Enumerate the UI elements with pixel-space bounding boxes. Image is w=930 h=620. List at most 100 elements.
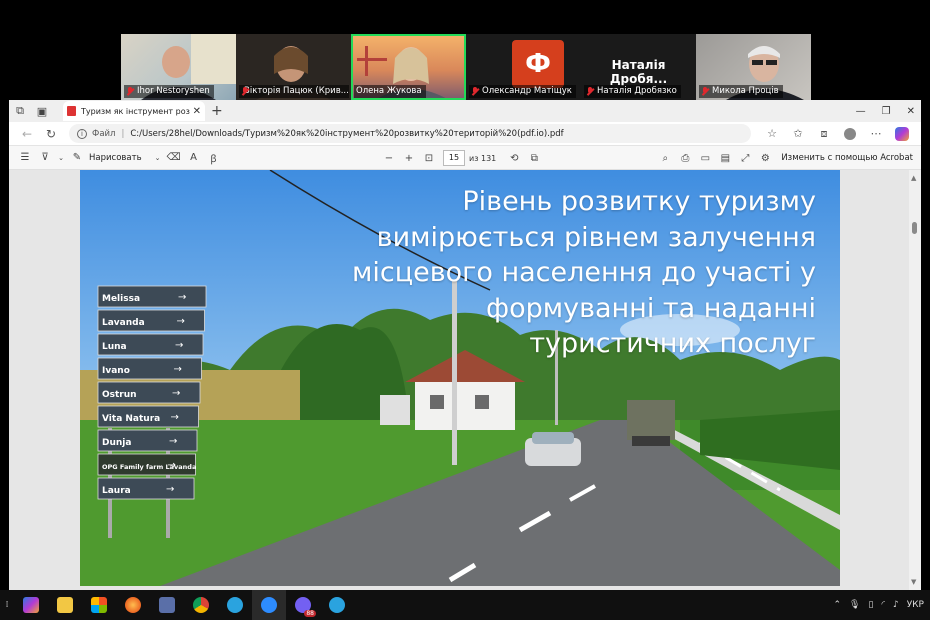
- highlight-icon[interactable]: ⊽: [35, 152, 55, 163]
- sign-entry: Laura: [102, 486, 131, 496]
- profile-avatar-icon[interactable]: [844, 127, 856, 140]
- participant-name: Олена Жукова: [354, 85, 426, 98]
- search-icon[interactable]: ⌕: [655, 153, 675, 164]
- tab-title: Туризм як інструмент розвитку: [81, 106, 190, 116]
- volume-icon[interactable]: ♪: [893, 600, 899, 610]
- pdf-viewer[interactable]: Melissa → Lavanda → Luna → Ivano → Ostrun → Vita N…: [9, 170, 921, 590]
- zoom-out-icon[interactable]: −: [379, 153, 399, 164]
- pdf-file-icon: [67, 106, 76, 116]
- mic-muted-icon: [471, 87, 479, 96]
- copilot-icon[interactable]: [895, 126, 909, 141]
- read-aloud-icon[interactable]: A: [184, 152, 204, 163]
- zoom-in-icon[interactable]: +: [399, 153, 419, 164]
- save-app-icon[interactable]: [150, 590, 184, 620]
- arrow-right-icon: →: [171, 412, 179, 423]
- zoom-and-page-controls: − + ⊡ 15 из 131 ⟲ ⧉: [379, 146, 544, 170]
- vertical-scrollbar[interactable]: ▲ ▼: [909, 170, 921, 590]
- print-icon[interactable]: ⎙: [675, 153, 695, 164]
- copilot-app-icon[interactable]: [14, 590, 48, 620]
- viber-icon[interactable]: 88: [286, 590, 320, 620]
- chrome-icon[interactable]: [184, 590, 218, 620]
- maximize-icon[interactable]: ❐: [882, 106, 891, 117]
- arrow-right-icon: →: [174, 364, 182, 375]
- participant-tile-active-speaker[interactable]: Олена Жукова: [351, 34, 466, 100]
- draw-button[interactable]: Нарисовать: [89, 153, 142, 163]
- arrow-right-icon: →: [175, 340, 183, 351]
- back-arrow-icon[interactable]: ←: [15, 127, 39, 141]
- favorites-list-icon[interactable]: ✩: [785, 127, 811, 140]
- participant-tile[interactable]: Ф Олександр Матіщук: [466, 34, 581, 100]
- draw-pen-icon[interactable]: ✎: [67, 152, 87, 163]
- participant-name: Микола Проців: [699, 85, 783, 98]
- participant-tile[interactable]: Вікторія Пацюк (Крив...: [236, 34, 351, 100]
- sign-entry: OPG Family farm Lavanda: [102, 463, 196, 471]
- close-window-icon[interactable]: ✕: [907, 106, 915, 117]
- page-total: из 131: [469, 153, 497, 163]
- battery-icon[interactable]: ▯: [868, 600, 873, 610]
- pdf-right-tools: ⌕ ⎙ ▭ ▤ ⤢ ⚙ Изменить с помощью Acrobat: [655, 146, 913, 170]
- sign-entry: Vita Natura: [102, 414, 160, 424]
- save-as-icon[interactable]: ▤: [715, 153, 735, 164]
- file-explorer-icon[interactable]: [48, 590, 82, 620]
- firefox-icon[interactable]: [116, 590, 150, 620]
- tab-actions-icon[interactable]: ▣: [31, 100, 53, 122]
- collections-icon[interactable]: ⧈: [811, 127, 837, 141]
- arrow-right-icon: →: [166, 484, 174, 495]
- chevron-down-icon[interactable]: ⌄: [152, 154, 164, 162]
- widgets-icon[interactable]: ⁞: [0, 590, 14, 620]
- more-menu-icon[interactable]: ⋯: [863, 127, 889, 140]
- chevron-down-icon[interactable]: ⌄: [55, 154, 67, 162]
- arrow-right-icon: →: [178, 292, 186, 303]
- url-scheme-label: Файл: [92, 128, 116, 139]
- contents-list-icon[interactable]: ☰: [15, 152, 35, 163]
- store-icon[interactable]: [82, 590, 116, 620]
- save-icon[interactable]: ▭: [695, 153, 715, 164]
- slide-page: Melissa → Lavanda → Luna → Ivano → Ostrun → Vita N…: [80, 170, 840, 586]
- workspaces-icon[interactable]: ⧉: [9, 100, 31, 122]
- translate-icon[interactable]: ꞵ: [204, 151, 224, 165]
- favorite-star-icon[interactable]: ☆: [759, 127, 785, 140]
- sign-board: Melissa → Lavanda → Luna → Ivano → Ostrun → Vita N…: [97, 285, 207, 500]
- wifi-icon[interactable]: ◜: [881, 600, 885, 610]
- slide-text-line: формуванні та наданні: [485, 292, 816, 324]
- arrow-right-icon: →: [172, 388, 180, 399]
- microphone-icon[interactable]: 🎙: [849, 600, 860, 610]
- new-tab-icon[interactable]: +: [211, 103, 223, 119]
- telegram-icon[interactable]: [218, 590, 252, 620]
- rotate-icon[interactable]: ⟲: [504, 153, 524, 164]
- minimize-icon[interactable]: —: [856, 106, 866, 117]
- url-separator: |: [121, 128, 125, 139]
- telegram-icon[interactable]: [320, 590, 354, 620]
- zoom-app-icon[interactable]: [252, 590, 286, 620]
- window-controls: — ❐ ✕: [856, 100, 915, 122]
- fit-page-icon[interactable]: ⊡: [419, 153, 439, 164]
- mic-muted-icon: [586, 87, 594, 96]
- url-field[interactable]: i Файл | C:/Users/28hel/Downloads/Туризм…: [69, 124, 751, 143]
- language-indicator[interactable]: УКР: [907, 600, 924, 610]
- gear-icon[interactable]: ⚙: [755, 153, 775, 164]
- scroll-down-icon[interactable]: ▼: [911, 578, 916, 586]
- close-tab-icon[interactable]: ✕: [193, 106, 201, 117]
- tab-pdf-document[interactable]: Туризм як інструмент розвитку ✕: [63, 101, 205, 121]
- sign-entry: Luna: [102, 342, 127, 352]
- info-icon[interactable]: i: [77, 128, 87, 139]
- participant-tile[interactable]: Микола Проців: [696, 34, 811, 100]
- participant-tile[interactable]: Ihor Nestoryshen: [121, 34, 236, 100]
- scroll-up-icon[interactable]: ▲: [911, 174, 916, 182]
- page-view-icon[interactable]: ⧉: [524, 153, 544, 164]
- edit-with-acrobat-button[interactable]: Изменить с помощью Acrobat: [781, 153, 913, 163]
- scroll-thumb[interactable]: [912, 222, 917, 234]
- windows-taskbar: ⁞ 88 ⌃ 🎙 ▯ ◜ ♪ УКР: [0, 590, 930, 620]
- participant-strip: Ihor Nestoryshen Вікторія Пацюк (Крив...…: [121, 34, 811, 100]
- screen: Ihor Nestoryshen Вікторія Пацюк (Крив...…: [0, 0, 930, 620]
- arrow-right-icon: →: [177, 316, 185, 327]
- slide-text-line: Рівень розвитку туризму: [462, 186, 816, 217]
- participant-tile[interactable]: Наталія Дробя... Наталія Дробязко: [581, 34, 696, 100]
- fullscreen-icon[interactable]: ⤢: [735, 153, 755, 164]
- refresh-icon[interactable]: ↻: [39, 127, 63, 141]
- eraser-icon[interactable]: ⌫: [164, 152, 184, 163]
- chevron-up-icon[interactable]: ⌃: [834, 600, 842, 610]
- page-number-input[interactable]: 15: [443, 150, 465, 166]
- mic-muted-icon: [701, 87, 709, 96]
- participant-name: Вікторія Пацюк (Крив...: [239, 85, 349, 98]
